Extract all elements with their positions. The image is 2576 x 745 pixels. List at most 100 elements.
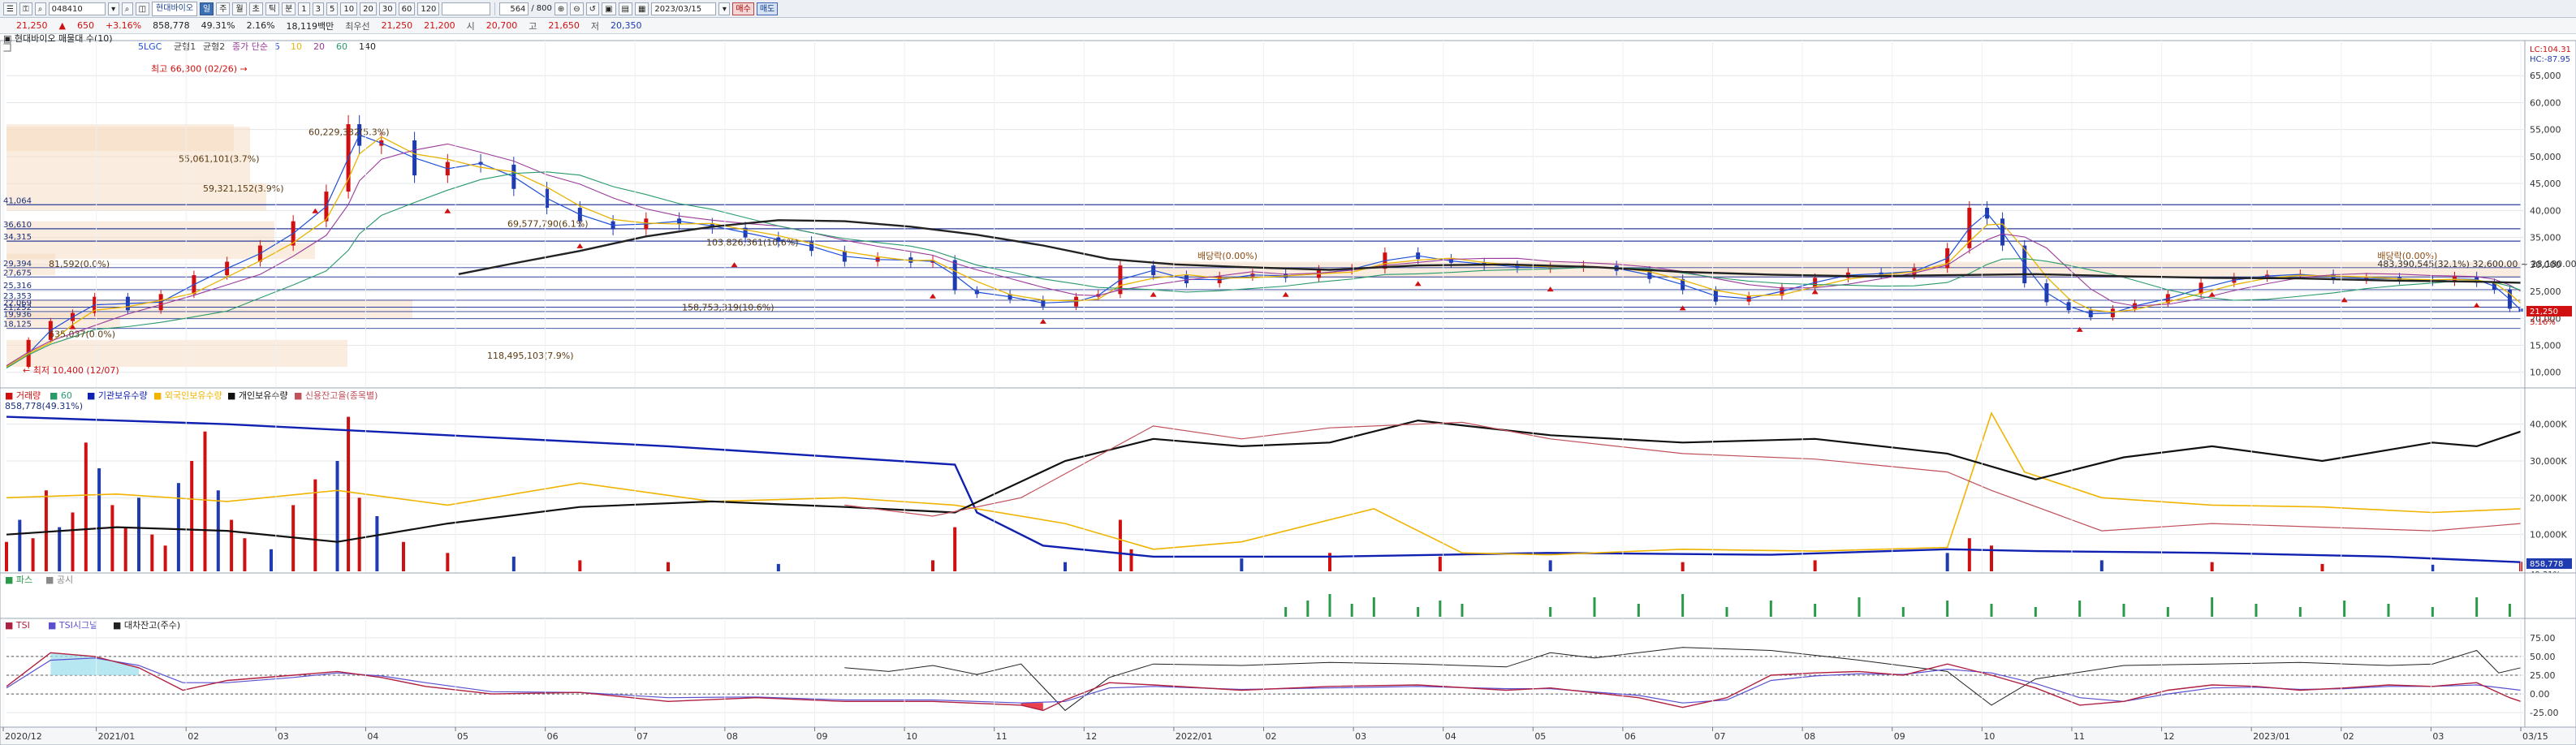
sub-bar (1372, 597, 1375, 617)
volume-panel-frame (0, 387, 2576, 574)
save-icon[interactable]: ▣ (602, 2, 616, 15)
low-price: 20,350 (611, 20, 642, 31)
search-button[interactable]: ⌕ (121, 2, 133, 15)
low-annotation: ← 최저 10,400 (12/07) (23, 365, 119, 376)
period-5[interactable]: 5 (326, 2, 339, 15)
sub-bar (1814, 604, 1817, 617)
volume-bar (776, 563, 780, 571)
stock-name[interactable]: 현대바이오 (152, 1, 198, 16)
price-y-tick-label: 50,000 (2530, 152, 2561, 162)
lc-label: LC:104.31 (2530, 45, 2571, 54)
sub-bar (1461, 604, 1464, 617)
x-tick-label: 07 (636, 731, 648, 742)
sub-bar (2211, 597, 2214, 617)
tsi-legend-item: ■ 대차잔고(주수) (113, 620, 180, 631)
menu-icon[interactable]: ☰ (3, 2, 17, 15)
sub-bar (1284, 607, 1288, 617)
sub-bar (1901, 607, 1905, 617)
period-custom-input[interactable] (442, 2, 491, 15)
tsi-panel[interactable]: 75.00 50.00 25.00 0.00 -25.00 ■ TSI ■ TSI시그널 ■ … (0, 618, 2576, 728)
period-10[interactable]: 10 (340, 2, 358, 15)
current-price: 21,250 (16, 20, 48, 31)
x-tick-label: 12 (2164, 731, 2175, 742)
volume-legend-item: ■ 외국인보유수량 (153, 390, 222, 401)
period-120[interactable]: 120 (417, 2, 440, 15)
open-label: 시 (466, 20, 475, 32)
zoom-out-icon[interactable]: ⊖ (570, 2, 584, 15)
price-y-tick-label: 65,000 (2530, 71, 2561, 81)
price-level-label: 27,675 (3, 269, 32, 278)
stock-chart[interactable]: 65,000 60,000 55,000 50,000 45,000 40,000 35,0… (0, 34, 2576, 745)
sub-panel[interactable]: ■ 파스 ■ 공시 (0, 572, 2576, 619)
volume-bar (335, 461, 339, 571)
stock-code-input[interactable]: 048410 (48, 2, 106, 15)
price-panel[interactable]: 65,000 60,000 55,000 50,000 45,000 40,000 35,0… (0, 34, 2576, 389)
period-60[interactable]: 60 (398, 2, 416, 15)
volume-y-tick-label: 30,000K (2530, 456, 2567, 467)
stock-type-icon[interactable]: ◫ (135, 2, 150, 15)
volume-bar (1064, 562, 1067, 571)
tab-minute[interactable]: 분 (282, 2, 296, 15)
price-level-label: 41,064 (3, 196, 32, 205)
sub-bar (1328, 594, 1331, 617)
tsi-y-tick-label: 50.00 (2530, 652, 2556, 662)
volume-bar (84, 442, 88, 571)
sub-bar (2255, 604, 2258, 617)
period-1[interactable]: 1 (298, 2, 310, 15)
high-price: 21,650 (548, 20, 580, 31)
dropdown-icon[interactable]: ▾ (107, 2, 119, 15)
tsi-y-tick-label: 25.00 (2530, 670, 2556, 681)
hc-label: HC:-87.95 (2530, 55, 2570, 64)
tab-tick[interactable]: 틱 (265, 2, 280, 15)
search-icon[interactable]: ⌕ (34, 2, 46, 15)
price-legend-item: 5LGC (138, 41, 162, 52)
volume-bar (163, 545, 167, 571)
tsi-panel-frame (0, 618, 2576, 728)
zoom-in-icon[interactable]: ⊕ (554, 2, 568, 15)
volume-bar (511, 556, 516, 571)
last-volume-label: 858,778 (2530, 560, 2563, 569)
period-30[interactable]: 30 (378, 2, 396, 15)
print-icon[interactable]: ▤ (618, 2, 632, 15)
x-axis-frame (0, 726, 2576, 745)
period-20[interactable]: 20 (360, 2, 377, 15)
volume-profile-zone (6, 339, 347, 368)
reset-icon[interactable]: ↺ (585, 2, 600, 15)
tab-second[interactable]: 초 (248, 2, 263, 15)
period-3[interactable]: 3 (312, 2, 325, 15)
volume-bar (578, 560, 582, 571)
tab-day[interactable]: 일 (200, 2, 214, 15)
x-tick-label: 12 (1085, 731, 1097, 742)
x-tick-label: 07 (1715, 731, 1726, 742)
turnover: 2.16% (246, 20, 275, 31)
tab-month[interactable]: 월 (232, 2, 247, 15)
x-tick-label: 08 (727, 731, 738, 742)
volume-ratio: 49.31% (201, 20, 235, 31)
low-label: 저 (590, 20, 600, 32)
tab-week[interactable]: 주 (216, 2, 231, 15)
sub-bar (2387, 604, 2390, 617)
bar-max: 800 (536, 4, 552, 13)
change-arrow-icon: ▲ (58, 20, 66, 31)
calendar-icon[interactable]: ▦ (634, 2, 649, 15)
volume-bar (190, 461, 194, 571)
x-tick-label: 03/15 (2522, 731, 2548, 742)
date-dropdown-icon[interactable]: ▾ (718, 2, 731, 15)
price-change-pct: +3.16% (105, 20, 142, 31)
x-tick-label: 2020/12 (5, 731, 42, 742)
price-y-tick-label: 60,000 (2530, 97, 2561, 108)
buy-button[interactable]: 매수 (732, 2, 754, 15)
date-input[interactable]: 2023/03/15 (651, 2, 717, 15)
sub-bar (1858, 597, 1861, 617)
volume-bar (18, 519, 22, 571)
lock-icon[interactable]: ⚿ (19, 2, 32, 15)
sell-button[interactable]: 매도 (756, 2, 779, 15)
profile-annotation-right: 483,390,545(32.1%) 32,600.00 ~ 28,180.00 (2377, 259, 2576, 269)
best-ask-label: 최우선 (345, 20, 370, 32)
volume-profile-label: 55,061,101(3.7%) (179, 154, 260, 165)
bar-count-input[interactable]: 564 (499, 2, 529, 15)
best-bid: 21,200 (424, 20, 455, 31)
last-change-label: 3.16% (2530, 318, 2556, 327)
volume-bar (347, 416, 351, 571)
volume-panel[interactable]: 40,000K30,000K20,000K10,000K■ 거래량 ■ 60 ■ 기… (0, 387, 2576, 579)
